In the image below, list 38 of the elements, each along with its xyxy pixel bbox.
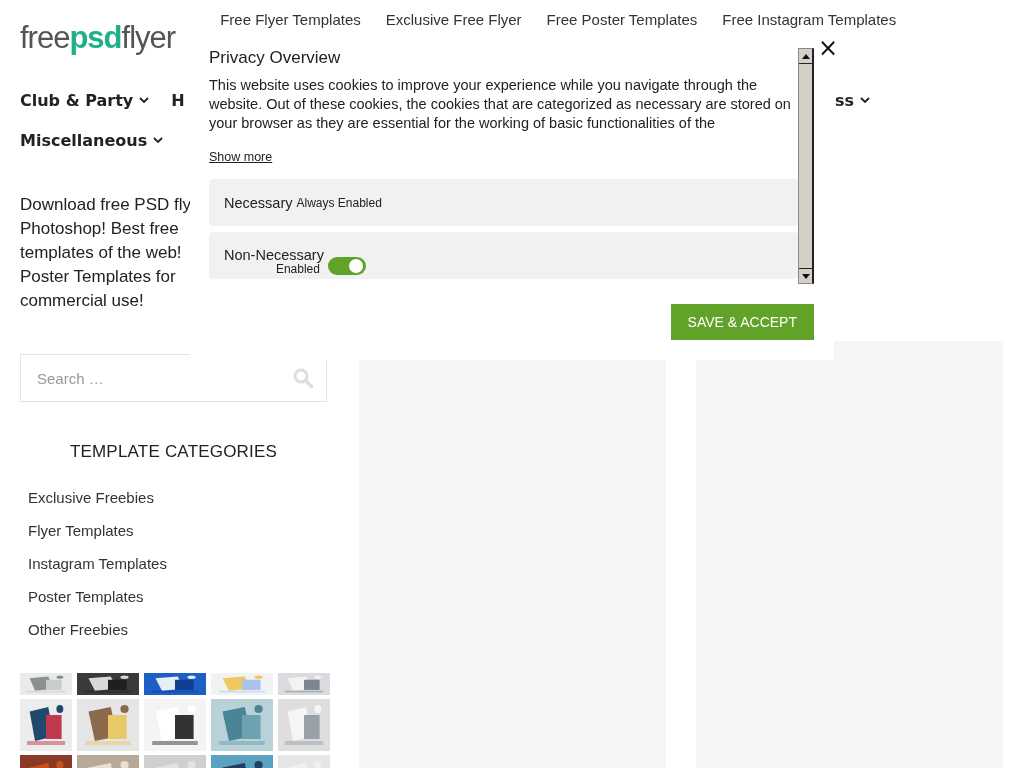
category-name: Non-Necessary <box>224 247 324 262</box>
nav-menu-item[interactable]: H <box>171 90 185 110</box>
intro-text: Photoshop! Best free <box>20 218 179 240</box>
close-button[interactable]: × <box>817 38 838 58</box>
show-more-link[interactable]: Show more <box>209 150 273 164</box>
intro-text: Download free PSD fly <box>20 194 192 216</box>
top-menu-link[interactable]: Free Instagram Templates <box>722 11 897 28</box>
intro-text: templates of the web! <box>20 242 182 264</box>
intro-text: Poster Templates for <box>20 266 176 288</box>
dialog-title: Privacy Overview <box>209 48 342 68</box>
top-menu-link[interactable]: Free Flyer Templates <box>220 11 361 28</box>
nav-menu-item[interactable]: ss <box>834 90 870 110</box>
intro-text: commercial use! <box>20 290 144 312</box>
chevron-down-icon <box>139 97 150 103</box>
toggle-switch[interactable] <box>327 256 366 275</box>
cookie-category[interactable]: Necessary Always Enabled <box>209 179 798 226</box>
scroll-down-icon[interactable] <box>801 273 810 279</box>
privacy-text: This website uses cookies to improve your experience while you navigate through the website. Out of these cookies, the cookies that are categorized as necessary are stored on your browser as they are essential for the working of basic functionalities of the <box>209 76 792 133</box>
top-menu-link[interactable]: Exclusive Free Flyer <box>385 11 522 28</box>
category-status: Enabled <box>275 261 320 276</box>
top-menu-link[interactable]: Free Poster Templates <box>546 11 698 28</box>
category-link[interactable]: Exclusive Freebies <box>28 488 327 507</box>
cookie-category[interactable]: Non-Necessary Enabled <box>209 232 798 279</box>
nav-menu-item[interactable]: Miscellaneous <box>20 130 164 150</box>
nav-menu-item[interactable]: Club & Party <box>20 90 150 110</box>
category-status: Always Enabled <box>296 195 382 210</box>
section-heading: TEMPLATE CATEGORIES <box>68 442 279 462</box>
category-link[interactable]: Poster Templates <box>28 587 327 606</box>
scroll-up-icon[interactable] <box>801 53 810 59</box>
category-link[interactable]: Instagram Templates <box>28 554 327 573</box>
logo[interactable]: freepsdflyer <box>20 20 176 56</box>
scrollbar[interactable] <box>798 48 814 284</box>
category-link[interactable]: Other Freebies <box>28 620 327 639</box>
chevron-down-icon <box>153 137 164 143</box>
category-link[interactable]: Flyer Templates <box>28 521 327 540</box>
category-name: Necessary <box>224 194 293 211</box>
chevron-down-icon <box>860 97 870 103</box>
search-field[interactable]: Search … <box>20 354 327 402</box>
